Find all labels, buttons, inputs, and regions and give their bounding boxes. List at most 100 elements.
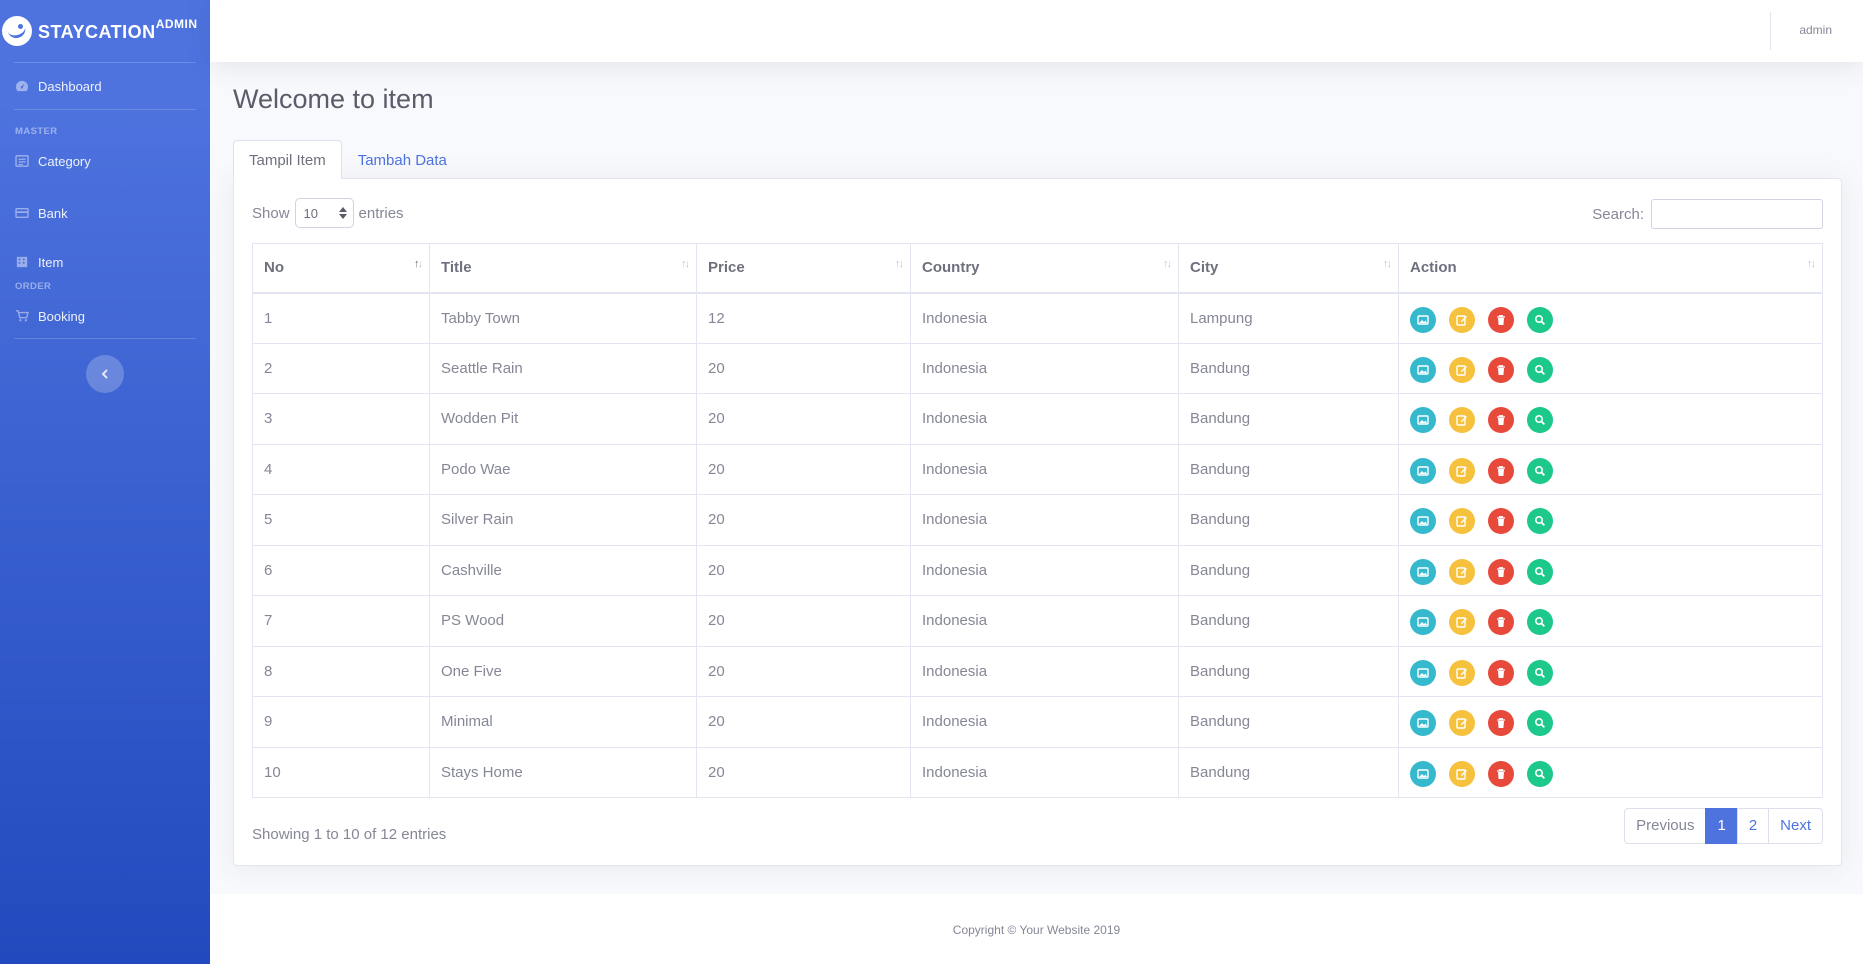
edit-button[interactable] bbox=[1449, 457, 1475, 484]
column-header-no[interactable]: No ↑↓ bbox=[252, 243, 430, 294]
search-input[interactable] bbox=[1651, 199, 1823, 229]
action-buttons bbox=[1410, 707, 1811, 737]
next-page-button[interactable]: Next bbox=[1768, 808, 1823, 844]
page-button-1[interactable]: 1 bbox=[1705, 808, 1738, 844]
delete-button[interactable] bbox=[1488, 558, 1514, 585]
cell-title: Cashville bbox=[429, 544, 697, 596]
cell-price: 20 bbox=[696, 544, 911, 596]
page-button-2[interactable]: 2 bbox=[1736, 808, 1770, 844]
delete-button[interactable] bbox=[1488, 457, 1514, 484]
view-button[interactable] bbox=[1527, 609, 1553, 636]
tab-tampil-item[interactable]: Tampil Item bbox=[233, 140, 342, 179]
image-button[interactable] bbox=[1410, 609, 1436, 636]
delete-button[interactable] bbox=[1488, 306, 1514, 333]
image-button[interactable] bbox=[1410, 659, 1436, 686]
delete-button[interactable] bbox=[1488, 659, 1514, 686]
view-button[interactable] bbox=[1527, 457, 1553, 484]
image-button[interactable] bbox=[1410, 710, 1436, 737]
sidebar-item-category[interactable]: Category bbox=[0, 139, 210, 183]
view-button[interactable] bbox=[1527, 558, 1553, 585]
cell-title: One Five bbox=[429, 645, 697, 697]
cell-city: Bandung bbox=[1178, 746, 1399, 798]
view-button[interactable] bbox=[1527, 760, 1553, 787]
column-header-action[interactable]: Action ↑↓ bbox=[1398, 243, 1823, 294]
search-icon bbox=[1534, 364, 1546, 376]
search-icon bbox=[1534, 414, 1546, 426]
image-button[interactable] bbox=[1410, 508, 1436, 535]
edit-button[interactable] bbox=[1449, 558, 1475, 585]
image-button[interactable] bbox=[1410, 356, 1436, 383]
user-menu[interactable]: admin bbox=[1799, 23, 1832, 37]
view-button[interactable] bbox=[1527, 508, 1553, 535]
view-button[interactable] bbox=[1527, 306, 1553, 333]
edit-icon bbox=[1456, 717, 1468, 729]
image-icon bbox=[1417, 314, 1429, 326]
delete-button[interactable] bbox=[1488, 407, 1514, 434]
image-button[interactable] bbox=[1410, 558, 1436, 585]
delete-button[interactable] bbox=[1488, 760, 1514, 787]
edit-button[interactable] bbox=[1449, 609, 1475, 636]
edit-icon bbox=[1456, 566, 1468, 578]
cell-no: 6 bbox=[252, 544, 430, 596]
column-header-city[interactable]: City ↑↓ bbox=[1178, 243, 1399, 294]
previous-page-button[interactable]: Previous bbox=[1624, 808, 1707, 844]
brand[interactable]: STAYCATIONADMIN bbox=[0, 0, 210, 62]
edit-button[interactable] bbox=[1449, 508, 1475, 535]
edit-button[interactable] bbox=[1449, 760, 1475, 787]
tab-tambah-data[interactable]: Tambah Data bbox=[342, 140, 463, 179]
edit-button[interactable] bbox=[1449, 356, 1475, 383]
cell-action bbox=[1398, 696, 1823, 748]
table-row: 7 PS Wood 20 Indonesia Bandung bbox=[252, 595, 1823, 647]
sidebar-item-dashboard[interactable]: Dashboard bbox=[0, 63, 210, 109]
edit-button[interactable] bbox=[1449, 710, 1475, 737]
delete-button[interactable] bbox=[1488, 710, 1514, 737]
edit-button[interactable] bbox=[1449, 659, 1475, 686]
trash-icon bbox=[1495, 314, 1507, 326]
brand-logo-icon bbox=[2, 16, 32, 46]
column-header-price[interactable]: Price ↑↓ bbox=[696, 243, 911, 294]
edit-button[interactable] bbox=[1449, 306, 1475, 333]
sidebar-item-label: Bank bbox=[38, 205, 68, 221]
sort-icon: ↑↓ bbox=[681, 258, 690, 270]
delete-button[interactable] bbox=[1488, 356, 1514, 383]
view-button[interactable] bbox=[1527, 356, 1553, 383]
cell-city: Lampung bbox=[1178, 292, 1399, 344]
sidebar-item-item[interactable]: Item bbox=[0, 243, 210, 281]
view-button[interactable] bbox=[1527, 407, 1553, 434]
cell-action bbox=[1398, 443, 1823, 495]
cell-action bbox=[1398, 393, 1823, 445]
view-button[interactable] bbox=[1527, 659, 1553, 686]
cell-no: 10 bbox=[252, 746, 430, 798]
image-icon bbox=[1417, 717, 1429, 729]
delete-button[interactable] bbox=[1488, 508, 1514, 535]
edit-button[interactable] bbox=[1449, 407, 1475, 434]
sidebar-item-booking[interactable]: Booking bbox=[0, 294, 210, 338]
cell-country: Indonesia bbox=[910, 746, 1179, 798]
image-button[interactable] bbox=[1410, 760, 1436, 787]
sidebar-item-bank[interactable]: Bank bbox=[0, 191, 210, 235]
items-card: Show 10 entries Search: No ↑↓ Title ↑↓ Pri… bbox=[233, 178, 1842, 866]
delete-button[interactable] bbox=[1488, 609, 1514, 636]
cell-action bbox=[1398, 292, 1823, 344]
trash-icon bbox=[1495, 364, 1507, 376]
view-button[interactable] bbox=[1527, 710, 1553, 737]
brand-name: STAYCATIONADMIN bbox=[38, 16, 198, 42]
cell-no: 3 bbox=[252, 393, 430, 445]
cell-price: 20 bbox=[696, 494, 911, 546]
column-header-country[interactable]: Country ↑↓ bbox=[910, 243, 1179, 294]
cell-price: 20 bbox=[696, 696, 911, 748]
sidebar-toggle-button[interactable] bbox=[86, 355, 124, 393]
image-button[interactable] bbox=[1410, 407, 1436, 434]
search-icon bbox=[1534, 667, 1546, 679]
image-button[interactable] bbox=[1410, 306, 1436, 333]
tachometer-icon bbox=[16, 80, 29, 92]
column-header-title[interactable]: Title ↑↓ bbox=[429, 243, 697, 294]
table-row: 6 Cashville 20 Indonesia Bandung bbox=[252, 544, 1823, 596]
trash-icon bbox=[1495, 566, 1507, 578]
image-button[interactable] bbox=[1410, 457, 1436, 484]
sort-icon: ↑↓ bbox=[414, 258, 423, 270]
cell-no: 1 bbox=[252, 292, 430, 344]
edit-icon bbox=[1456, 414, 1468, 426]
topbar-divider bbox=[1770, 12, 1771, 50]
page-length-select[interactable]: 10 bbox=[294, 198, 354, 228]
